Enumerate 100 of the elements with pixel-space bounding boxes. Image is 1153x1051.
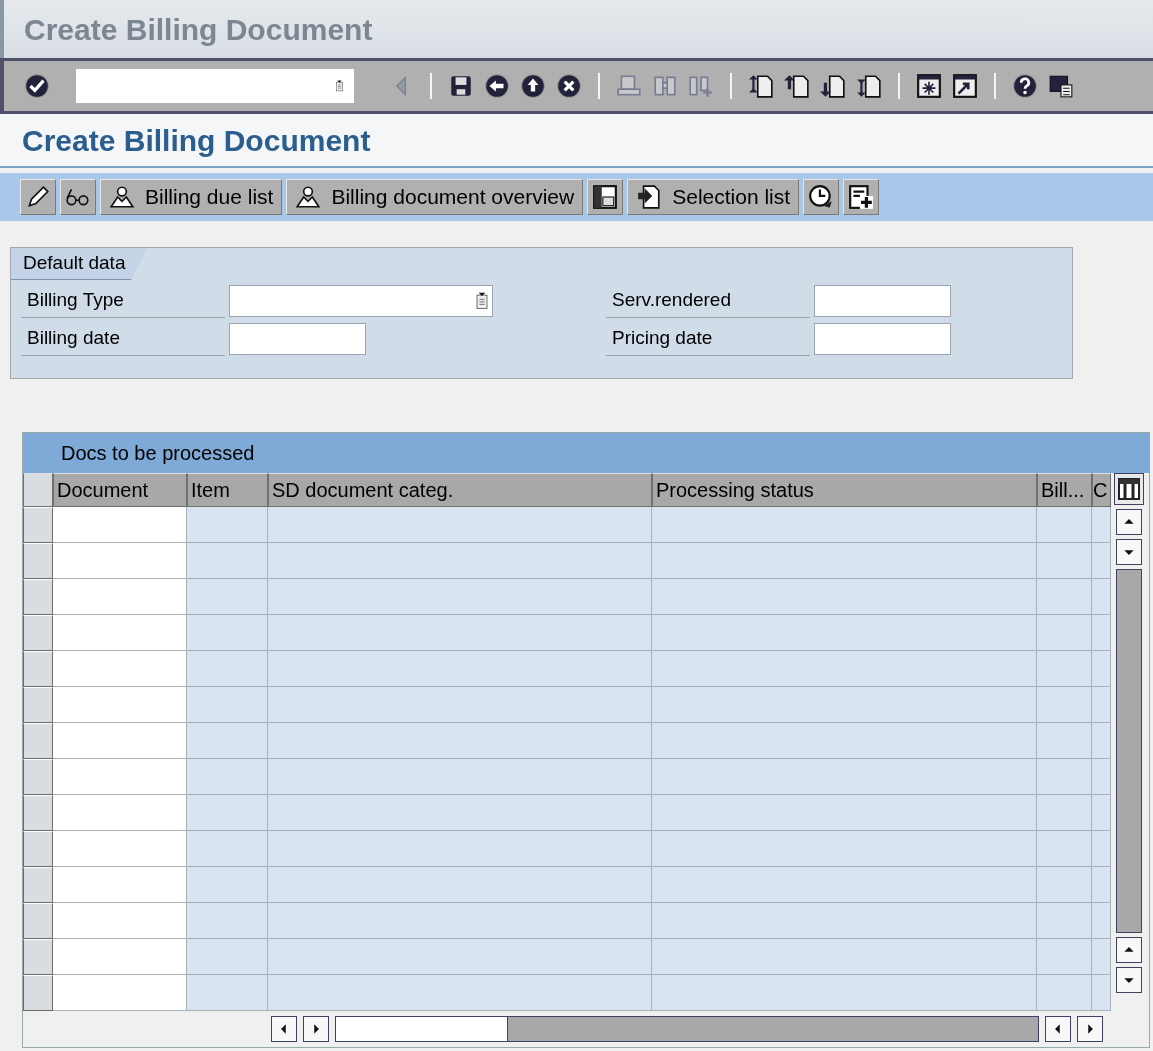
arrow-left-button[interactable] [482, 71, 512, 101]
table-cell [1037, 795, 1092, 831]
row-selector[interactable] [23, 651, 53, 687]
table-title: Docs to be processed [23, 433, 1149, 473]
column-header[interactable]: Bill... [1037, 473, 1092, 507]
scrollbar-thumb[interactable] [336, 1017, 508, 1041]
glasses-button[interactable] [60, 179, 96, 215]
input-field[interactable] [229, 323, 366, 355]
group-title: Default data [11, 248, 148, 280]
field-label: Pricing date [606, 322, 810, 356]
command-field[interactable] [76, 69, 354, 103]
monitor-icon [1048, 73, 1074, 99]
pencil-button[interactable] [20, 179, 56, 215]
scroll-up-button[interactable] [1115, 937, 1142, 963]
input-field[interactable] [229, 285, 493, 317]
scroll-right-button[interactable] [1077, 1016, 1103, 1042]
table-cell [1092, 543, 1111, 579]
page-down-icon [820, 73, 846, 99]
calendar-button[interactable] [587, 179, 624, 215]
window-star-button[interactable] [914, 71, 944, 101]
table-cell [1092, 507, 1111, 543]
table-cell [1037, 831, 1092, 867]
field-label: Billing date [21, 322, 225, 356]
row-selector[interactable] [23, 759, 53, 795]
scroll-left-button[interactable] [271, 1016, 297, 1042]
row-selector[interactable] [23, 831, 53, 867]
column-header[interactable]: SD document categ. [268, 473, 652, 507]
row-selector[interactable] [23, 903, 53, 939]
person-icon [295, 184, 322, 210]
select-all-cell[interactable] [23, 473, 53, 507]
screen-title: Create Billing Document [22, 122, 371, 159]
cancel-button[interactable] [554, 71, 584, 101]
table-cell [1037, 507, 1092, 543]
row-selector[interactable] [23, 867, 53, 903]
arrow-up-button[interactable] [518, 71, 548, 101]
scroll-down-button[interactable] [1115, 967, 1142, 993]
arrow-up-icon [520, 73, 546, 99]
scroll-right-button[interactable] [303, 1016, 329, 1042]
scrollbar-thumb[interactable] [1115, 569, 1142, 933]
table-cell [1037, 723, 1092, 759]
table-cell [1092, 615, 1111, 651]
column-settings-button[interactable] [1113, 473, 1144, 505]
add-list-button[interactable] [843, 179, 880, 215]
table-cell [1037, 867, 1092, 903]
row-selector[interactable] [23, 543, 53, 579]
check-icon [24, 73, 50, 99]
table-cell [1092, 795, 1111, 831]
horizontal-scrollbar[interactable] [335, 1016, 1039, 1042]
column-header[interactable]: C [1092, 473, 1111, 507]
row-selector[interactable] [23, 615, 53, 651]
table-cell [1092, 651, 1111, 687]
scroll-down-button[interactable] [1115, 539, 1142, 565]
help-button[interactable] [1010, 71, 1040, 101]
column-header[interactable]: Document [53, 473, 187, 507]
table-cell [1092, 975, 1111, 1011]
input-field[interactable] [814, 323, 951, 355]
table-cell [1037, 759, 1092, 795]
field-label: Serv.rendered [606, 284, 810, 318]
table-cell [1092, 687, 1111, 723]
person-icon [109, 184, 135, 210]
document-arrow-icon [636, 184, 663, 210]
input-field[interactable] [814, 285, 951, 317]
table-cell [1092, 903, 1111, 939]
cancel-icon [556, 73, 582, 99]
row-selector[interactable] [23, 723, 53, 759]
toolbar-button[interactable]: Billing document overview [286, 179, 584, 215]
table-cell [1037, 543, 1092, 579]
row-selector[interactable] [23, 975, 53, 1011]
table-cell [1037, 615, 1092, 651]
scroll-up-button[interactable] [1115, 509, 1142, 535]
row-selector[interactable] [23, 507, 53, 543]
table-cell [1092, 759, 1111, 795]
column-header[interactable]: Processing status [652, 473, 1037, 507]
page-double-up-icon [748, 73, 774, 99]
table-cell [1092, 939, 1111, 975]
table-cell [1092, 867, 1111, 903]
table-cell [1037, 687, 1092, 723]
page-up-icon [784, 73, 810, 99]
toolbar-button[interactable]: Selection list [627, 179, 800, 215]
table-cell [1037, 651, 1092, 687]
window-title: Create Billing Document [24, 11, 373, 48]
check-button[interactable] [22, 71, 52, 101]
page-double-down-icon [856, 73, 882, 99]
table-cell [1037, 579, 1092, 615]
row-selector[interactable] [23, 939, 53, 975]
toolbar-button[interactable]: Billing due list [100, 179, 283, 215]
row-selector[interactable] [23, 687, 53, 723]
arrow-left-icon [484, 73, 510, 99]
column-header[interactable]: Item [187, 473, 268, 507]
table-cell [1092, 579, 1111, 615]
add-list-icon [848, 184, 875, 210]
table-cell [1092, 723, 1111, 759]
window-arrow-button[interactable] [950, 71, 980, 101]
field-label: Billing Type [21, 284, 225, 318]
table-cell [1037, 975, 1092, 1011]
help-icon [1012, 73, 1038, 99]
clock-button[interactable] [803, 179, 840, 215]
row-selector[interactable] [23, 579, 53, 615]
scroll-left-button[interactable] [1045, 1016, 1071, 1042]
row-selector[interactable] [23, 795, 53, 831]
